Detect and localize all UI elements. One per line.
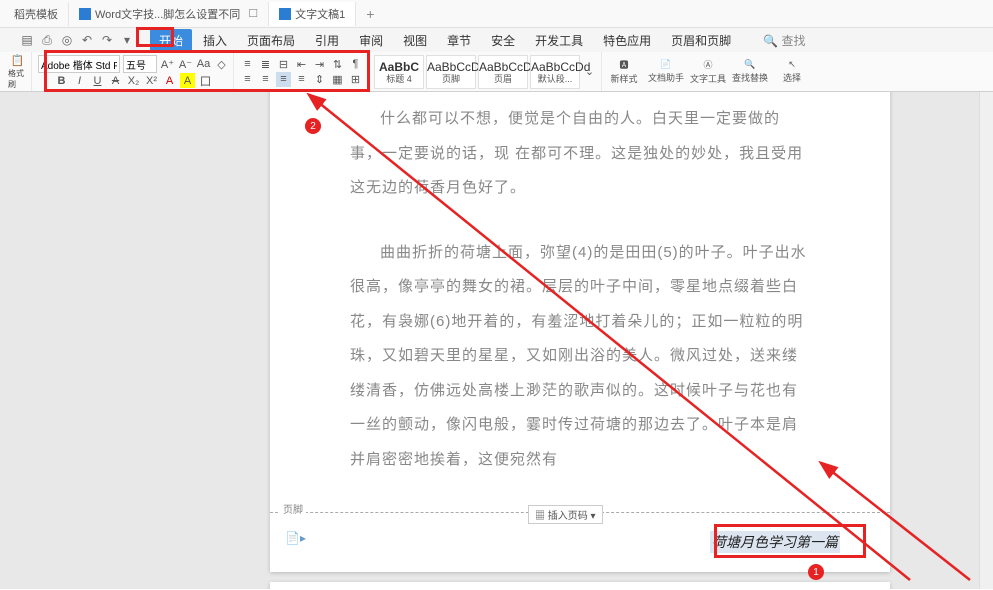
- menu-devtools[interactable]: 开发工具: [526, 29, 592, 52]
- tab-document1[interactable]: 文字文稿1: [269, 2, 356, 26]
- borders-icon[interactable]: ⊞: [348, 72, 363, 87]
- menu-review[interactable]: 审阅: [350, 29, 392, 52]
- align-left-icon[interactable]: ≡: [240, 72, 255, 87]
- ribbon: 📋 格式刷 A⁺ A⁻ Aa ◇ B I U A X₂ X² A A 囗 ≡ ≣…: [0, 52, 993, 92]
- menu-view[interactable]: 视图: [394, 29, 436, 52]
- styles-more-icon[interactable]: ⌄: [582, 64, 597, 79]
- tab-label: 文字文稿1: [295, 6, 345, 22]
- undo-icon[interactable]: ↶: [80, 33, 94, 47]
- style-footer[interactable]: AaBbCcDd 页脚: [426, 55, 476, 89]
- tab-wordtips[interactable]: Word文字技...脚怎么设置不同 ☐: [69, 2, 269, 26]
- bullets-icon[interactable]: ≡: [240, 57, 255, 72]
- vertical-scrollbar[interactable]: [979, 92, 993, 589]
- highlight-icon[interactable]: A: [180, 73, 195, 88]
- close-icon[interactable]: ☐: [248, 7, 258, 20]
- align-right-icon[interactable]: ≡: [276, 72, 291, 87]
- doc-helper-button[interactable]: 📄 文档助手: [646, 55, 686, 89]
- indent-right-icon[interactable]: ⇥: [312, 57, 327, 72]
- menu-references[interactable]: 引用: [306, 29, 348, 52]
- footer-settings-icon[interactable]: 📄▸: [285, 531, 306, 545]
- style-header[interactable]: AaBbCcDd 页眉: [478, 55, 528, 89]
- paste-icon[interactable]: 📋: [10, 53, 25, 68]
- underline-icon[interactable]: U: [90, 73, 105, 88]
- document-canvas: 什么都可以不想，便觉是个自由的人。白天里一定要做的事，一定要说的话，现 在都可不…: [0, 92, 993, 589]
- page-2[interactable]: [270, 582, 890, 589]
- menu-home[interactable]: 开始: [150, 29, 192, 52]
- font-color-icon[interactable]: A: [162, 73, 177, 88]
- line-spacing-icon[interactable]: ⇕: [312, 72, 327, 87]
- font-size-select[interactable]: [123, 55, 157, 73]
- paragraph: 曲曲折折的荷塘上面，弥望(4)的是田田(5)的叶子。叶子出水很高，像亭亭的舞女的…: [350, 236, 810, 478]
- quick-access-toolbar: ▤ ⎙ ◎ ↶ ↷ ▾: [20, 33, 134, 47]
- change-case-icon[interactable]: Aa: [196, 57, 211, 72]
- tab-label: 稻壳模板: [14, 6, 58, 22]
- new-style-icon: 🅰: [619, 58, 628, 71]
- menu-search[interactable]: 🔍 查找: [754, 29, 814, 52]
- format-brush-label: 格式刷: [8, 68, 27, 90]
- document-tabs: 稻壳模板 Word文字技...脚怎么设置不同 ☐ 文字文稿1 +: [0, 0, 993, 28]
- menu-insert[interactable]: 插入: [194, 29, 236, 52]
- paragraph-group: ≡ ≣ ⊟ ⇤ ⇥ ⇅ ¶ ≡ ≡ ≡ ≡ ⇕ ▦ ⊞: [236, 52, 368, 91]
- dropdown-icon[interactable]: ▾: [120, 33, 134, 47]
- word-icon: [79, 8, 91, 20]
- menu-security[interactable]: 安全: [482, 29, 524, 52]
- find-icon: 🔍: [744, 59, 755, 70]
- redo-icon[interactable]: ↷: [100, 33, 114, 47]
- show-marks-icon[interactable]: ¶: [348, 57, 363, 72]
- footer-section-label: 页脚: [280, 501, 306, 516]
- save-icon[interactable]: ▤: [20, 33, 34, 47]
- shading-icon[interactable]: ▦: [330, 72, 345, 87]
- clear-format-icon[interactable]: ◇: [214, 57, 229, 72]
- font-name-select[interactable]: [38, 55, 120, 73]
- find-replace-button[interactable]: 🔍 查找替换: [730, 55, 770, 89]
- menubar: ▤ ⎙ ◎ ↶ ↷ ▾ 开始 插入 页面布局 引用 审阅 视图 章节 安全 开发…: [0, 28, 993, 52]
- superscript-icon[interactable]: X²: [144, 73, 159, 88]
- indent-left-icon[interactable]: ⇤: [294, 57, 309, 72]
- strike-icon[interactable]: A: [108, 73, 123, 88]
- subscript-icon[interactable]: X₂: [126, 73, 141, 88]
- footer-text-content[interactable]: 荷塘月色学习第一篇: [710, 531, 840, 553]
- word-icon: [279, 8, 291, 20]
- bold-icon[interactable]: B: [54, 73, 69, 88]
- tab-label: Word文字技...脚怎么设置不同: [95, 6, 240, 22]
- text-tools-icon: Ⓐ: [703, 58, 712, 71]
- italic-icon[interactable]: I: [72, 73, 87, 88]
- style-default[interactable]: AaBbCcDd 默认段...: [530, 55, 580, 89]
- align-center-icon[interactable]: ≡: [258, 72, 273, 87]
- document-body[interactable]: 什么都可以不想，便觉是个自由的人。白天里一定要做的事，一定要说的话，现 在都可不…: [270, 92, 890, 503]
- doc-helper-icon: 📄: [660, 59, 671, 70]
- styles-group: AaBbC 标题 4 AaBbCcDd 页脚 AaBbCcDd 页眉 AaBbC…: [370, 52, 602, 91]
- text-tools-button[interactable]: Ⓐ 文字工具: [688, 55, 728, 89]
- new-tab-button[interactable]: +: [356, 2, 384, 26]
- menu-headerfooter[interactable]: 页眉和页脚: [662, 29, 740, 52]
- insert-pagenum-button[interactable]: ▦ 插入页码 ▾: [528, 505, 603, 524]
- menu-special[interactable]: 特色应用: [594, 29, 660, 52]
- multilevel-icon[interactable]: ⊟: [276, 57, 291, 72]
- justify-icon[interactable]: ≡: [294, 72, 309, 87]
- shrink-font-icon[interactable]: A⁻: [178, 57, 193, 72]
- paragraph: 什么都可以不想，便觉是个自由的人。白天里一定要做的事，一定要说的话，现 在都可不…: [350, 102, 810, 206]
- select-icon: ↖: [788, 59, 796, 70]
- char-border-icon[interactable]: 囗: [198, 73, 213, 88]
- sort-icon[interactable]: ⇅: [330, 57, 345, 72]
- style-heading4[interactable]: AaBbC 标题 4: [374, 55, 424, 89]
- preview-icon[interactable]: ◎: [60, 33, 74, 47]
- numbering-icon[interactable]: ≣: [258, 57, 273, 72]
- print-icon[interactable]: ⎙: [40, 33, 54, 47]
- footer-area[interactable]: 页脚 ▦ 插入页码 ▾ 📄▸ 荷塘月色学习第一篇: [270, 512, 890, 562]
- menu-chapters[interactable]: 章节: [438, 29, 480, 52]
- grow-font-icon[interactable]: A⁺: [160, 57, 175, 72]
- menu-layout[interactable]: 页面布局: [238, 29, 304, 52]
- tab-templates[interactable]: 稻壳模板: [4, 2, 69, 26]
- page-1[interactable]: 什么都可以不想，便觉是个自由的人。白天里一定要做的事，一定要说的话，现 在都可不…: [270, 92, 890, 572]
- font-group: A⁺ A⁻ Aa ◇ B I U A X₂ X² A A 囗: [34, 52, 234, 91]
- clipboard-group: 📋 格式刷: [4, 52, 32, 91]
- select-button[interactable]: ↖ 选择: [772, 55, 812, 89]
- new-style-button[interactable]: 🅰 新样式: [604, 55, 644, 89]
